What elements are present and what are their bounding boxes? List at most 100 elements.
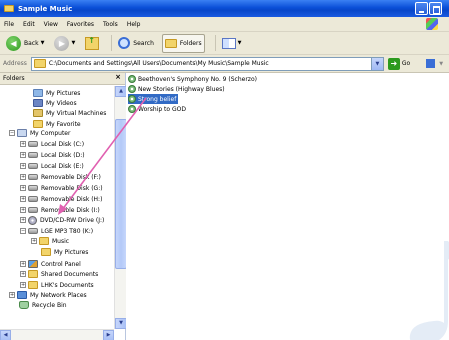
address-path: C:\Documents and Settings\All Users\Docu… (48, 60, 269, 67)
folder-icon (41, 248, 51, 256)
music-note-watermark-icon (409, 241, 449, 340)
link-icon[interactable] (426, 59, 436, 68)
forward-button[interactable]: ▶ ▼ (52, 34, 77, 53)
title-bar[interactable]: Sample Music (0, 0, 449, 17)
drive-icon (28, 207, 38, 213)
expand-toggle[interactable]: + (20, 152, 26, 158)
minimize-button[interactable] (415, 2, 428, 15)
tree-item-my-network-places[interactable]: + My Network Places (9, 290, 87, 300)
menu-edit[interactable]: Edit (23, 21, 35, 28)
address-dropdown-button[interactable]: ▼ (370, 57, 383, 70)
tree-item-recycle-bin[interactable]: Recycle Bin (19, 300, 67, 310)
file-item[interactable]: Beethoven's Symphony No. 9 (Scherzo) (128, 74, 259, 84)
drive-icon (28, 196, 38, 202)
views-button[interactable]: ▼ (220, 34, 244, 53)
file-item-selected[interactable]: Strong belief (128, 94, 179, 104)
tree-item-removable-disk-f[interactable]: + Removable Disk (F:) (20, 172, 101, 182)
expand-toggle[interactable]: + (20, 207, 26, 213)
chevron-down-icon[interactable]: ▼ (41, 40, 45, 46)
expand-toggle[interactable]: + (20, 174, 26, 180)
folder-icon (28, 281, 38, 289)
expand-toggle[interactable]: + (20, 163, 26, 169)
menu-help[interactable]: Help (127, 21, 141, 28)
file-item[interactable]: Worship to GOD (128, 104, 188, 114)
recycle-bin-icon (19, 301, 29, 309)
maximize-button[interactable] (429, 2, 442, 15)
address-label: Address (3, 60, 27, 67)
file-item[interactable]: New Stories (Highway Blues) (128, 84, 227, 94)
expand-toggle[interactable]: + (20, 271, 26, 277)
tree-item-label: Recycle Bin (32, 301, 67, 309)
collapse-toggle[interactable]: − (9, 130, 15, 136)
tree-item-label: Local Disk (D:) (41, 151, 85, 159)
folder-icon (33, 120, 43, 128)
expand-toggle[interactable]: + (20, 261, 26, 267)
tree-item-my-videos[interactable]: My Videos (33, 98, 77, 108)
search-icon (118, 37, 131, 49)
tree-item-local-disk-e[interactable]: + Local Disk (E:) (20, 161, 84, 171)
chevron-down-icon[interactable]: ▼ (439, 61, 443, 67)
menu-favorites[interactable]: Favorites (67, 21, 94, 28)
menu-file[interactable]: File (4, 21, 14, 28)
tree-item-label: Local Disk (C:) (41, 140, 85, 148)
tree-item-local-disk-d[interactable]: + Local Disk (D:) (20, 150, 85, 160)
address-bar: Address C:\Documents and Settings\All Us… (0, 55, 449, 73)
tree-item-shared-documents[interactable]: + Shared Documents (20, 269, 98, 279)
tree-item-music[interactable]: + Music (31, 236, 69, 246)
folder-icon (33, 59, 46, 68)
forward-arrow-icon: ▶ (54, 35, 70, 51)
tree-item-removable-disk-g[interactable]: + Removable Disk (G:) (20, 183, 103, 193)
tree-item-my-virtual-machines[interactable]: My Virtual Machines (33, 108, 106, 118)
tree-item-dvd-drive[interactable]: + DVD/CD-RW Drive (J:) (20, 215, 104, 225)
tree-item-label: Control Panel (41, 260, 81, 268)
folders-horizontal-scrollbar[interactable]: ◀ ▶ (0, 329, 114, 340)
audio-file-icon (128, 85, 136, 93)
expand-toggle[interactable]: + (20, 196, 26, 202)
tree-item-lhks-documents[interactable]: + LHK's Documents (20, 280, 94, 290)
folder-icon (4, 5, 14, 12)
tree-item-lge-mp3[interactable]: − LGE MP3 T80 (K:) (20, 226, 93, 236)
views-icon (221, 37, 236, 49)
menu-view[interactable]: View (44, 21, 58, 28)
drive-icon (28, 152, 38, 158)
tree-item-control-panel[interactable]: + Control Panel (20, 259, 81, 269)
control-panel-icon (28, 260, 38, 268)
go-button[interactable]: ➜ Go (387, 57, 410, 70)
menu-bar: File Edit View Favorites Tools Help (0, 17, 449, 32)
tree-item-my-pictures[interactable]: My Pictures (33, 88, 80, 98)
chevron-down-icon[interactable]: ▼ (71, 40, 75, 46)
tree-item-local-disk-c[interactable]: + Local Disk (C:) (20, 139, 84, 149)
expand-toggle[interactable]: + (31, 238, 37, 244)
expand-toggle[interactable]: + (20, 141, 26, 147)
folder-icon (28, 270, 38, 278)
tree-item-my-pictures-k[interactable]: My Pictures (41, 247, 88, 257)
expand-toggle[interactable]: + (9, 292, 15, 298)
videos-icon (33, 99, 43, 107)
tree-item-removable-disk-i[interactable]: + Removable Disk (I:) (20, 205, 100, 215)
folders-pane: Folders × My Pictures My Videos My Virtu… (0, 73, 126, 340)
expand-toggle[interactable]: + (20, 217, 26, 223)
tree-item-label: Removable Disk (H:) (41, 195, 103, 203)
links-area: ▼ (422, 59, 443, 68)
file-name: New Stories (Highway Blues) (138, 85, 225, 93)
scroll-left-arrow-icon[interactable]: ◀ (0, 330, 11, 340)
expand-toggle[interactable]: + (20, 282, 26, 288)
tree-item-label: My Virtual Machines (46, 109, 107, 117)
up-folder-button[interactable] (83, 34, 101, 53)
folders-button[interactable]: Folders (161, 33, 205, 53)
expand-toggle[interactable]: + (20, 185, 26, 191)
menu-tools[interactable]: Tools (103, 21, 118, 28)
toolbar: ◀ Back ▼ ▶ ▼ Search Folders ▼ (0, 32, 449, 55)
folders-vertical-scrollbar[interactable]: ▲ ▼ (114, 86, 127, 329)
scroll-right-arrow-icon[interactable]: ▶ (103, 330, 114, 340)
address-input[interactable]: C:\Documents and Settings\All Users\Docu… (30, 56, 384, 71)
close-icon[interactable]: × (115, 73, 121, 81)
back-button[interactable]: ◀ Back ▼ (4, 34, 46, 53)
folders-label: Folders (179, 39, 202, 47)
chevron-down-icon[interactable]: ▼ (238, 40, 242, 46)
dvd-icon (28, 215, 37, 225)
tree-item-my-computer[interactable]: − My Computer (9, 128, 70, 138)
search-button[interactable]: Search (116, 34, 156, 53)
tree-item-removable-disk-h[interactable]: + Removable Disk (H:) (20, 194, 102, 204)
collapse-toggle[interactable]: − (20, 228, 26, 234)
